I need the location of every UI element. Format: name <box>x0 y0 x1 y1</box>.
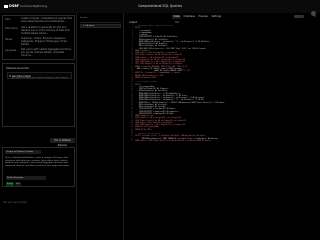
code-lines: 1 -- Northwind complex computational quer… <box>125 26 319 143</box>
code-text: JOIN Products p ON p.ProductID = od.Prod… <box>135 57 179 59</box>
run-button[interactable]: Run in Dataset Explorer <box>50 138 75 147</box>
code-text: c.Country, <box>135 35 149 36</box>
form-key: Topic <box>5 18 11 21</box>
form-row: Description Ask a question to generate fo… <box>5 26 73 35</box>
code-text: JOIN Orders o ON o.OrderID = od.OrderID <box>135 122 173 124</box>
code-text: ROUND(AVG(od.UnitPrice), 2) AS AvgUnitPr… <box>135 93 182 95</box>
form-row: Topic Create complex, computational queri… <box>5 17 73 24</box>
code-text: JOIN [Order Details] od ON od.OrderID = … <box>135 55 183 57</box>
code-text: ROUND(SUM(od.UnitPrice * od.Quantity), 2… <box>135 95 188 97</box>
search-input[interactable]: Search... <box>80 17 120 21</box>
tab-database[interactable]: Database <box>182 15 196 19</box>
dataset-dot-icon <box>9 75 11 77</box>
code-text: SUM(SUM(od.Quantity)) OVER (ORDER BY str… <box>135 138 218 140</box>
code-text: SELECT strftime('%Y-%m', o.OrderDate) AS… <box>135 136 207 138</box>
form-value[interactable]: Ask a question to generate for SQL and r… <box>21 26 73 35</box>
code-text: ROUND(SUM(od.UnitPrice * od.Quantity * (… <box>135 41 210 43</box>
code-text: ROUND(SUM(od.UnitPrice * od.Quantity * (… <box>135 100 206 102</box>
code-text: AND c.Country IN (SELECT Country FROM Cu… <box>135 68 183 70</box>
code-text: COUNT(DISTINCT o.OrderID) AS TotalOrders… <box>135 37 179 39</box>
code-text: CASE WHEN SUM(od.Quantity) > 500 THEN 'H… <box>135 48 207 50</box>
code-text: LEFT JOIN Suppliers s ON s.SupplierID = … <box>135 62 185 63</box>
status-badge: Ready <box>6 182 14 186</box>
code-text: c.CompanyName, <box>135 32 153 34</box>
tab-settings[interactable]: Settings <box>210 15 223 19</box>
code-text: LEFT JOIN Shippers sh ON sh.ShipperID = … <box>135 64 183 66</box>
file-icon <box>83 25 85 27</box>
code-text: cat.CategoryName, <box>135 86 156 88</box>
code-text: -- running totals by month <box>135 134 160 135</box>
form-row: Language SQL query with nested aggregate … <box>5 48 73 57</box>
divider <box>80 21 121 22</box>
code-text: ORDER BY Net DESC; <box>135 129 153 131</box>
file-panel: Search... sql query <box>77 13 124 240</box>
tab-preview[interactable]: Preview <box>197 15 209 19</box>
line-number: 52 <box>131 140 133 142</box>
prompt-text: Given a Northwind Database, create a com… <box>5 157 70 168</box>
code-text: JOIN [Order Details] od ON od.ProductID … <box>135 120 186 122</box>
close-icon[interactable]: × <box>314 15 316 18</box>
code-text: JOIN Orders o ON o.CustomerID = c.Custom… <box>135 53 178 54</box>
code-text: ORDER BY NetSales DESC; <box>135 77 158 79</box>
list-item-label: sql query <box>85 25 95 28</box>
form-value[interactable]: Create complex, computational queries th… <box>21 17 73 24</box>
code-text: JOIN Categories cat ON cat.CategoryID = … <box>135 59 185 61</box>
code-text: c.CustomerID, <box>135 30 152 32</box>
form-key: Language <box>5 49 17 52</box>
dataset-title: Dataset Generator <box>6 67 30 70</box>
prompt-panel: Output to Dataset Creator Given a Northw… <box>2 147 75 187</box>
code-text: FROM Categories cat <box>135 116 154 117</box>
code-text: AVG(od.UnitPrice) AS AvgPrice, <box>135 44 168 45</box>
code-text: HAVING SUM(od.Quantity) > 100 <box>135 75 163 77</box>
editor-header: output <box>129 21 137 24</box>
form-key: Description <box>5 27 19 30</box>
tab-code[interactable]: Code <box>172 14 182 19</box>
form-value[interactable]: Customer, Orders, Products, Suppliers, C… <box>21 37 73 46</box>
dataset-item-desc: Ask questions about your data by talking… <box>12 77 69 79</box>
code-text: JOIN Products p ON p.CategoryID = cat.Ca… <box>135 118 182 120</box>
code-text: SELECT <box>135 84 141 86</box>
editor-tabs: Code Database Preview Settings × <box>124 13 320 20</box>
ask-input[interactable]: Ask your own prompt... <box>3 201 75 209</box>
dataset-panel: Dataset Generator Ask Data Analyst Ask q… <box>2 63 75 127</box>
prompt-header: Output to Dataset Creator <box>5 150 41 154</box>
code-text: SUM(od.Quantity) AS UnitsSold, <box>135 91 168 93</box>
page-title: Computational SQL Queries <box>137 4 183 8</box>
code-text: SUM(od.Quantity) AS TotalUnits, <box>135 39 169 41</box>
form-key: Tables <box>5 38 13 41</box>
code-text: COUNT(DISTINCT o.EmployeeID) AS Reps <box>135 113 174 115</box>
code-text: -- per category summary <box>135 82 158 84</box>
list-item[interactable]: sql query <box>80 24 121 28</box>
code-text: LEFT JOIN Suppliers s ON s.SupplierID = … <box>135 125 185 126</box>
code-text: GROUP BY cat.CategoryName <box>135 127 159 129</box>
code-text: ROUND(SUM(od.UnitPrice * od.Quantity * o… <box>135 98 206 99</box>
code-text: SELECT <box>135 28 141 30</box>
code-text: GROUP BY Country HAVING COUNT(*) > 5) <box>135 71 190 72</box>
code-text: MAX(o.OrderDate) AS LastOrder, <box>135 46 168 48</box>
editor-language: SQL <box>175 21 180 24</box>
code-text: FROM Orders o JOIN [Order Details] od ON… <box>135 140 211 142</box>
code-text: COUNT(DISTINCT o.CustomerID) AS Buyers, <box>135 109 177 111</box>
code-text: WHERE o.OrderDate BETWEEN '1997-01-01' A… <box>135 66 188 68</box>
top-bar: DSBF Community Pricing Computational SQL… <box>0 0 320 18</box>
left-panel: Topic Create complex, computational queri… <box>0 13 77 240</box>
code-text: GROUP BY c.CustomerID, c.CompanyName, c.… <box>135 73 181 75</box>
form-value[interactable]: SQL query with nested aggregate function… <box>21 48 73 57</box>
dataset-item[interactable]: Ask Data Analyst Ask questions about you… <box>7 72 72 79</box>
code-text: COUNT(DISTINCT s.SupplierID) AS Supplier… <box>135 111 180 113</box>
fields-header: Fields Generator <box>6 176 46 180</box>
generation-form: Topic Create complex, computational queri… <box>2 15 75 60</box>
code-text: MIN(o.OrderDate) AS FirstSale, <box>135 104 168 106</box>
form-row: Tables Customer, Orders, Products, Suppli… <box>5 37 73 46</box>
code-editor[interactable]: output SQL 1 -- Northwind complex computa… <box>124 20 320 240</box>
edit-badge[interactable]: Edit <box>15 182 21 186</box>
code-text: -- Northwind complex computational query <box>135 26 174 27</box>
code-text: COUNT(p.ProductID) AS Products, <box>135 89 169 90</box>
code-text: ROUND(100.0 * SUM(od.Quantity) / (SELECT… <box>135 102 226 104</box>
code-text: FROM Customers c <box>135 50 151 52</box>
code-text: MAX(o.OrderDate) AS LastSale, <box>135 107 167 108</box>
code-line: 52 FROM Orders o JOIN [Order Details] od … <box>125 141 319 143</box>
